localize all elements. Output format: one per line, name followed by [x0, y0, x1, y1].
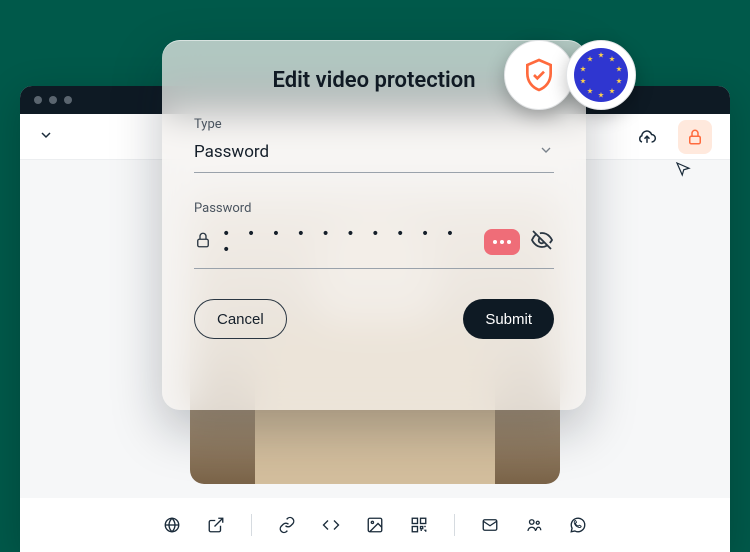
- teams-icon[interactable]: [525, 516, 543, 534]
- image-icon[interactable]: [366, 516, 384, 534]
- cancel-button[interactable]: Cancel: [194, 299, 287, 339]
- link-icon[interactable]: [278, 516, 296, 534]
- password-strength-indicator: [484, 229, 520, 255]
- mail-icon[interactable]: [481, 516, 499, 534]
- password-label: Password: [194, 201, 554, 216]
- cursor-icon: [674, 160, 692, 182]
- eu-flag-icon: [574, 48, 628, 102]
- lock-button[interactable]: [678, 120, 712, 154]
- external-link-icon[interactable]: [207, 516, 225, 534]
- shield-verified-badge: [504, 40, 574, 110]
- modal-actions: Cancel Submit: [194, 299, 554, 339]
- chevron-down-icon: [538, 142, 554, 162]
- traffic-light-dot: [64, 96, 72, 104]
- globe-icon[interactable]: [163, 516, 181, 534]
- traffic-light-dot: [34, 96, 42, 104]
- code-icon[interactable]: [322, 516, 340, 534]
- type-label: Type: [194, 117, 554, 132]
- lock-icon: [194, 231, 212, 253]
- share-toolbar: [20, 498, 730, 552]
- chevron-down-icon[interactable]: [38, 127, 54, 147]
- type-value: Password: [194, 142, 269, 162]
- password-input-row: • • • • • • • • • • •: [194, 226, 554, 269]
- password-input[interactable]: • • • • • • • • • • •: [222, 226, 474, 258]
- protection-type-select[interactable]: Password: [194, 142, 554, 173]
- cloud-upload-button[interactable]: [630, 120, 664, 154]
- submit-button[interactable]: Submit: [463, 299, 554, 339]
- eye-off-icon[interactable]: [530, 228, 554, 256]
- toolbar-separator: [454, 514, 455, 536]
- trust-badges: [504, 40, 636, 110]
- modal-title: Edit video protection: [194, 68, 554, 93]
- toolbar-separator: [251, 514, 252, 536]
- eu-flag-badge: [566, 40, 636, 110]
- traffic-light-dot: [49, 96, 57, 104]
- qr-icon[interactable]: [410, 516, 428, 534]
- whatsapp-icon[interactable]: [569, 516, 587, 534]
